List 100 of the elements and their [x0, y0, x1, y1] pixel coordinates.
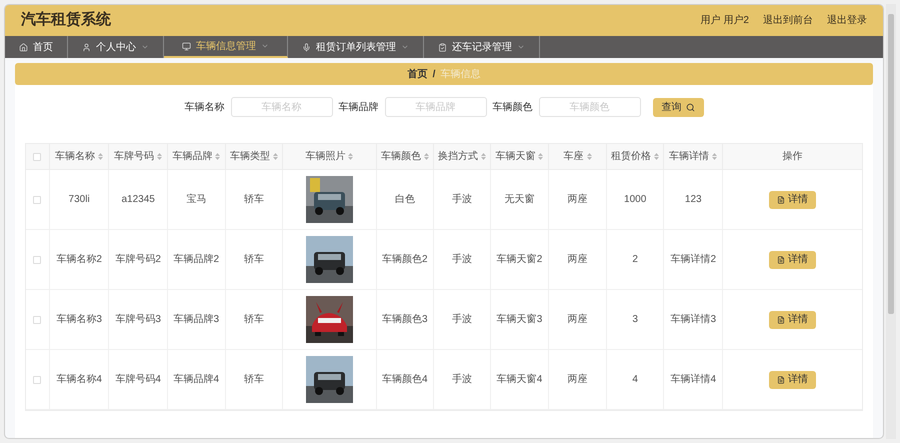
table-cell-text: 无天窗 — [504, 192, 534, 207]
table-cell-text: 白色 — [394, 193, 415, 207]
column-header[interactable]: 换挡方式 — [434, 144, 491, 169]
table-cell-text: a12345 — [122, 193, 155, 207]
table-cell-text: 车辆名称3 — [56, 312, 102, 327]
field-label: 车辆颜色 — [492, 100, 532, 114]
row-checkbox[interactable] — [33, 256, 42, 264]
sort-icon — [480, 153, 486, 160]
table-cell-text: 车辆名称4 — [56, 372, 102, 387]
details-button[interactable]: 详情 — [769, 370, 816, 388]
sort-icon — [424, 153, 429, 160]
table-cell-text: 车辆名称2 — [56, 252, 102, 267]
table-cell-text: 两座 — [568, 312, 588, 327]
select-all-checkbox[interactable] — [33, 152, 42, 160]
table-cell-text: 车辆颜色4 — [382, 372, 428, 387]
column-header[interactable]: 车辆类型 — [226, 144, 284, 169]
table-cell-text: 两座 — [568, 372, 588, 387]
table-cell-text: 轿车 — [244, 252, 264, 267]
table-cell-text: 3 — [632, 313, 638, 327]
column-header[interactable]: 车辆名称 — [50, 144, 110, 169]
column-header[interactable]: 车辆品牌 — [168, 144, 226, 169]
sort-icon — [157, 153, 162, 160]
details-button[interactable]: 详情 — [769, 250, 816, 268]
table-cell-text: 1000 — [624, 193, 646, 207]
table-cell-text: 车辆品牌4 — [174, 372, 220, 387]
table-cell-text: 车辆颜色2 — [382, 252, 428, 267]
nav-tab[interactable]: 个人中心 — [68, 36, 164, 58]
table-cell-text: 手波 — [452, 312, 472, 327]
sort-icon — [712, 153, 718, 160]
document-icon — [777, 316, 786, 324]
table-cell-text: 轿车 — [244, 312, 264, 327]
sort-icon — [538, 153, 544, 160]
clipboard-icon — [438, 42, 447, 52]
column-header[interactable]: 车牌号码 — [109, 144, 168, 169]
user-icon — [82, 42, 91, 52]
table-cell-text: 手波 — [452, 372, 472, 387]
column-header[interactable]: 车辆颜色 — [376, 144, 434, 169]
sort-icon — [654, 153, 660, 160]
row-checkbox[interactable] — [33, 376, 42, 384]
table-cell-text: 手波 — [452, 192, 472, 207]
column-header[interactable]: 车辆详情 — [664, 144, 724, 169]
table-cell-text: 车辆天窗4 — [496, 372, 542, 387]
row-checkbox[interactable] — [33, 316, 42, 324]
table-cell-text: 轿车 — [244, 372, 264, 387]
field-label: 车辆品牌 — [338, 100, 378, 114]
table-cell-text: 车牌号码2 — [115, 252, 161, 267]
table-cell-text: 两座 — [568, 252, 588, 267]
microphone-icon — [302, 42, 311, 52]
nav-tab[interactable]: 首页 — [5, 36, 68, 58]
caret-icon — [141, 43, 149, 51]
table-cell-text: 730li — [68, 193, 90, 207]
table-cell-text: 车辆详情2 — [670, 252, 716, 267]
table-cell-text: 车辆品牌2 — [174, 252, 220, 267]
table-cell-text: 车辆详情4 — [670, 372, 716, 387]
table-cell-text: 车辆天窗3 — [496, 312, 542, 327]
nav-tab[interactable]: 还车记录管理 — [424, 36, 540, 58]
header-link[interactable]: 退出登录 — [827, 13, 867, 28]
table-cell-text: 123 — [684, 193, 702, 207]
breadcrumb-link[interactable]: 首页 — [408, 66, 428, 82]
header-link[interactable]: 退出到前台 — [763, 13, 813, 28]
table-cell-text: 车辆颜色3 — [382, 312, 428, 327]
document-icon — [777, 256, 786, 264]
table-cell-text: 4 — [632, 373, 638, 387]
row-checkbox[interactable] — [33, 196, 42, 204]
table-cell-text: 两座 — [568, 192, 588, 207]
search-button[interactable]: 查询 — [652, 98, 704, 116]
column-header[interactable]: 车座 — [549, 144, 607, 169]
table-cell-text: 宝马 — [186, 192, 206, 207]
column-header[interactable]: 车辆照片 — [283, 144, 376, 169]
sort-icon — [586, 153, 592, 160]
table-cell-text: 轿车 — [244, 192, 264, 207]
breadcrumb-separator: / — [432, 68, 436, 82]
caret-icon — [261, 42, 269, 50]
table-cell-text: 车牌号码3 — [115, 312, 161, 327]
sort-icon — [272, 153, 278, 160]
nav-tab[interactable]: 车辆信息管理 — [164, 36, 288, 58]
column-header[interactable]: 车辆天窗 — [490, 144, 550, 169]
table-cell-text: 车辆详情3 — [670, 312, 716, 327]
caret-icon — [401, 43, 409, 51]
column-header: 操作 — [782, 150, 804, 164]
table-cell-text: 手波 — [452, 252, 472, 267]
sort-icon — [215, 153, 220, 160]
details-button[interactable]: 详情 — [769, 190, 816, 208]
table-cell-text: 车辆品牌3 — [174, 312, 220, 327]
header-link[interactable]: 用户 用户2 — [700, 13, 749, 28]
home-icon — [19, 42, 28, 52]
column-header[interactable]: 租赁价格 — [606, 144, 664, 169]
nav-tab[interactable]: 租赁订单列表管理 — [288, 36, 424, 58]
monitor-icon — [182, 42, 191, 50]
sort-icon — [348, 153, 354, 160]
details-button[interactable]: 详情 — [769, 310, 816, 328]
app-title: 汽车租赁系统 — [21, 10, 111, 30]
breadcrumb-current: 车辆信息 — [440, 68, 480, 82]
sort-icon — [98, 153, 104, 160]
search-icon — [686, 102, 694, 112]
table-cell-text: 车牌号码4 — [115, 372, 161, 387]
document-icon — [777, 376, 786, 384]
table-cell-text: 2 — [632, 253, 638, 267]
document-icon — [777, 196, 786, 204]
field-label: 车辆名称 — [184, 100, 224, 114]
